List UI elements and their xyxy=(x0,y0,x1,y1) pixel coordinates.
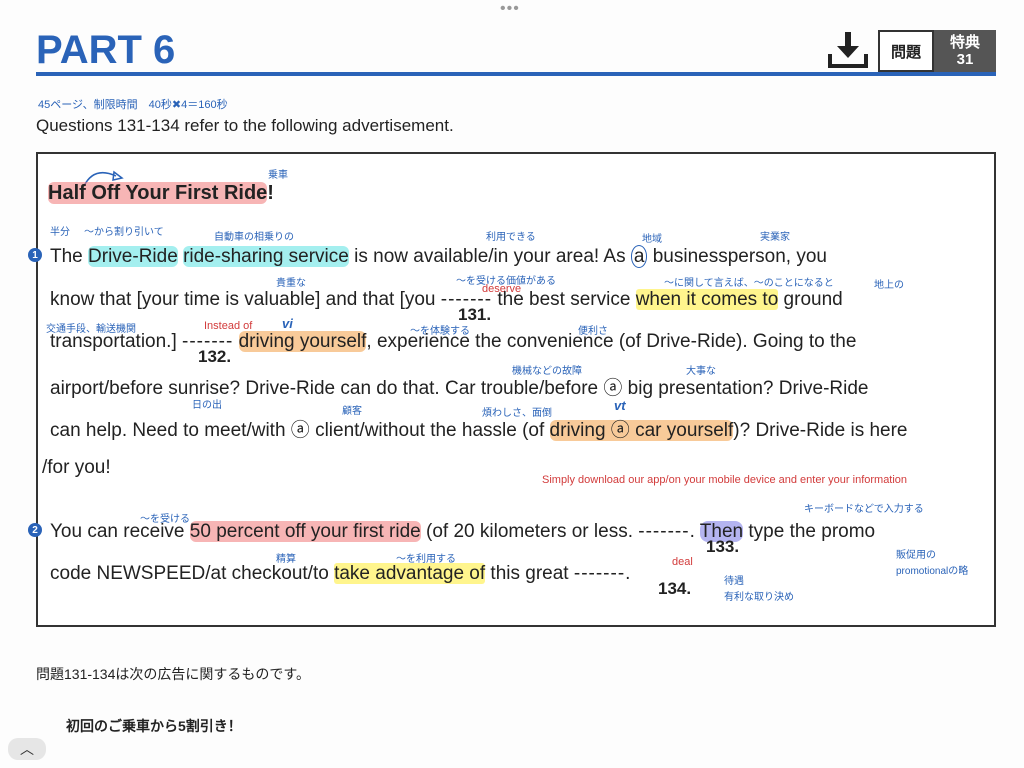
circled-article: a xyxy=(630,245,648,268)
annotation-jitsugyouka: 実業家 xyxy=(760,232,790,243)
paragraph-number-1: 1 xyxy=(28,248,42,262)
question-number-132: 132. xyxy=(198,347,232,366)
ad-line-3: transportation.] ------- driving yoursel… xyxy=(50,331,857,352)
ad-title-bang: ! xyxy=(267,182,274,204)
when-it-comes-to-highlight: when it comes to xyxy=(635,289,779,310)
ad-line-6: /for you! xyxy=(42,457,111,478)
ad-title: Half Off Your First Ride! xyxy=(48,182,274,205)
translation-title: 初回のご乗車から5割引き！ xyxy=(66,718,242,734)
time-limit-note: 45ページ、制限時間 40秒✖4＝160秒 xyxy=(38,99,228,111)
tab-mondai-label: 問題 xyxy=(890,43,921,61)
page-title: PART 6 xyxy=(36,28,176,72)
question-number-134: 134. xyxy=(658,579,692,598)
annotation-vi: vi xyxy=(282,316,293,331)
question-number-133: 133. xyxy=(706,537,740,556)
annotation-simply-download: Simply download our app/on your mobile d… xyxy=(542,474,908,486)
paragraph-number-2: 2 xyxy=(28,523,42,537)
fifty-percent-highlight: 50 percent off your first ride xyxy=(189,521,421,542)
annotation-riyou: 利用できる xyxy=(486,232,536,243)
annotation-vt: vt xyxy=(614,398,626,413)
ad-line-2: know that [your time is valuable] and th… xyxy=(50,289,843,310)
ad-line-5: can help. Need to meet/with ⓐ client/wit… xyxy=(50,420,908,441)
annotation-waribiki: 〜から割り引いて xyxy=(84,227,164,238)
annotation-yuuri: 有利な取り決め xyxy=(724,592,794,603)
annotation-hanbaku: 販促用の xyxy=(896,550,936,561)
more-dots-icon[interactable]: ••• xyxy=(500,1,520,17)
tab-tokuten-number: 31 xyxy=(956,51,974,68)
annotation-taigu: 待遇 xyxy=(724,576,744,587)
ride-sharing-highlight: ride-sharing service xyxy=(183,246,349,267)
annotation-deal: deal xyxy=(672,556,693,568)
tab-mondai[interactable]: 問題 xyxy=(878,30,934,72)
annotation-kanshite: 〜に関して言えば、〜のことになると xyxy=(664,278,834,289)
annotation-aisou: 自動車の相乗りの xyxy=(214,232,294,243)
tab-tokuten-label: 特典 xyxy=(949,34,980,51)
blank-134[interactable]: ------- xyxy=(574,563,625,584)
ad-line-7: You can receive 50 percent off your firs… xyxy=(50,521,876,542)
toolbar-toggle-button[interactable]: ︿ xyxy=(8,738,46,760)
ad-line-4: airport/before sunrise? Drive-Ride can d… xyxy=(50,378,869,399)
blank-133[interactable]: ------- xyxy=(638,521,689,542)
annotation-promotional: promotionalの略 xyxy=(896,566,969,577)
annotation-kichou: 貴重な xyxy=(276,278,306,289)
ad-line-1: The Drive-Ride ride-sharing service is n… xyxy=(50,245,827,268)
annotation-jousha: 乗車 xyxy=(268,170,288,181)
chevron-up-icon: ︿ xyxy=(20,741,34,757)
questions-intro: Questions 131-134 refer to the following… xyxy=(36,116,454,135)
annotation-keyboard: キーボードなどで入力する xyxy=(804,504,924,515)
annotation-chiiki: 地域 xyxy=(642,234,662,245)
driving-car-yourself-highlight: driving ⓐ car yourself xyxy=(549,420,734,441)
annotation-hanbun: 半分 xyxy=(50,227,70,238)
ad-title-text: Half Off Your First Ride xyxy=(48,182,268,204)
driving-yourself-highlight: driving yourself xyxy=(238,331,367,352)
ad-line-8: code NEWSPEED/at checkout/to take advant… xyxy=(50,563,631,584)
drive-ride-name: Drive-Ride xyxy=(88,246,178,267)
take-advantage-highlight: take advantage of xyxy=(334,563,486,584)
translation-intro: 問題131-134は次の広告に関するものです。 xyxy=(36,666,310,682)
annotation-chijou: 地上の xyxy=(874,280,904,291)
header-divider xyxy=(36,72,996,76)
download-icon[interactable] xyxy=(826,30,870,70)
tab-tokuten[interactable]: 特典 31 xyxy=(934,30,996,72)
annotation-hinode: 日の出 xyxy=(192,400,222,411)
